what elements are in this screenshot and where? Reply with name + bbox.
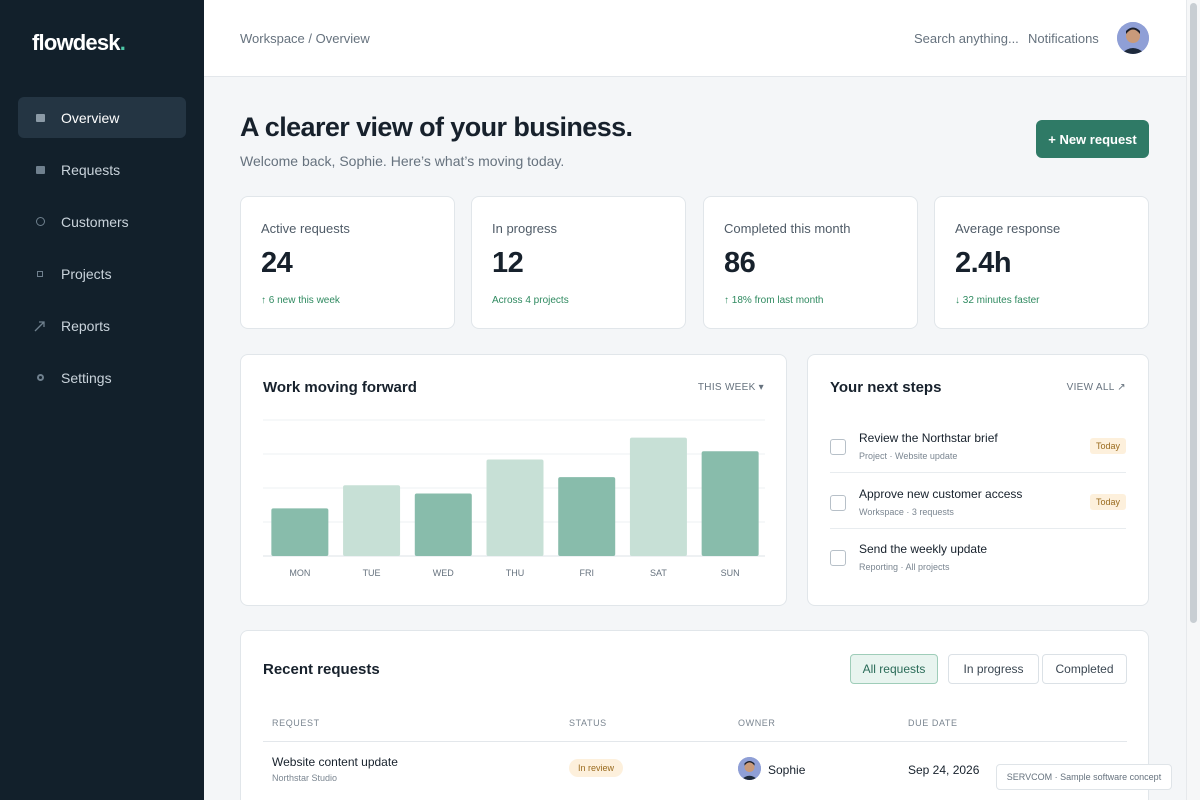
request-client: Northstar Studio [272, 773, 338, 783]
page-subtitle: Welcome back, Sophie. Here’s what’s movi… [240, 153, 565, 169]
chart-bar-sun[interactable] [701, 451, 759, 556]
chart-bar-thu[interactable] [486, 459, 544, 556]
column-header-request[interactable]: REQUEST [272, 718, 320, 728]
next-steps-panel: Your next steps VIEW ALL ↗ Review the No… [807, 354, 1149, 606]
sidebar-item-label: Projects [61, 265, 112, 282]
stat-value: 24 [261, 247, 293, 279]
stat-value: 2.4h [955, 247, 1012, 279]
customers-icon [34, 216, 46, 228]
search-input[interactable]: Search anything... [914, 31, 1019, 46]
stat-value: 12 [492, 247, 524, 279]
view-all-link[interactable]: VIEW ALL ↗ [1067, 382, 1126, 393]
chart-bar-mon[interactable] [271, 508, 329, 556]
bar-chart: MON TUE WED THU FRI SAT SUN [263, 419, 765, 578]
sidebar: flowdesk. Overview Requests Customers Pr… [0, 0, 204, 800]
page-scrollbar[interactable] [1186, 0, 1200, 800]
sidebar-item-overview[interactable]: Overview [18, 97, 186, 138]
step-meta: Reporting · All projects [859, 562, 950, 572]
new-request-button[interactable]: + New request [1036, 120, 1149, 158]
page-title: A clearer view of your business. [240, 112, 633, 142]
sidebar-item-label: Reports [61, 317, 111, 334]
due-badge: Today [1089, 494, 1126, 510]
chart-x-tick-label: TUE [363, 568, 381, 578]
step-meta: Project · Website update [859, 451, 958, 461]
step-meta: Workspace · 3 requests [859, 507, 954, 517]
table-divider [263, 741, 1127, 742]
avatar[interactable] [1117, 22, 1149, 54]
sidebar-item-customers[interactable]: Customers [18, 201, 186, 242]
stat-card-average-response: Average response 2.4h ↓ 32 minutes faste… [934, 196, 1149, 329]
stat-label: Average response [955, 221, 1061, 236]
chart-x-tick-label: WED [433, 568, 454, 578]
column-header-due-date[interactable]: DUE DATE [908, 718, 958, 728]
filter-all-requests[interactable]: All requests [850, 654, 938, 684]
column-header-owner[interactable]: OWNER [738, 718, 776, 728]
stat-note: ↓ 32 minutes faster [955, 295, 1040, 306]
recent-requests-title: Recent requests [263, 661, 380, 678]
projects-icon [34, 268, 46, 280]
due-badge: Today [1089, 438, 1126, 454]
chart-x-tick-label: SUN [721, 568, 740, 578]
stat-note: ↑ 6 new this week [261, 295, 340, 306]
chart-bar-wed[interactable] [414, 493, 472, 556]
step-checkbox[interactable] [830, 439, 846, 455]
stat-card-active-requests: Active requests 24 ↑ 6 new this week [240, 196, 455, 329]
scrollbar-thumb[interactable] [1190, 3, 1197, 623]
stat-note: ↑ 18% from last month [724, 295, 824, 306]
step-title: Send the weekly update [859, 542, 988, 556]
requests-icon [34, 164, 46, 176]
owner-avatar [738, 757, 761, 780]
chart-panel: Work moving forward THIS WEEK ▾ MON TUE WE… [240, 354, 787, 606]
step-title: Approve new customer access [859, 487, 1023, 501]
stat-card-completed: Completed this month 86 ↑ 18% from last … [703, 196, 918, 329]
sidebar-item-label: Overview [61, 109, 120, 126]
chart-x-tick-label: SAT [650, 568, 667, 578]
chart-x-tick-label: FRI [579, 568, 594, 578]
chart-x-tick-label: THU [506, 568, 525, 578]
filter-completed[interactable]: Completed [1042, 654, 1127, 684]
notifications-link[interactable]: Notifications [1028, 31, 1099, 46]
chart-bar-sat[interactable] [629, 437, 687, 556]
sidebar-item-label: Customers [61, 213, 129, 230]
column-header-status[interactable]: STATUS [569, 718, 607, 728]
breadcrumb[interactable]: Workspace / Overview [240, 31, 370, 46]
sidebar-item-reports[interactable]: Reports [18, 305, 186, 346]
request-title[interactable]: Website content update [272, 755, 398, 769]
sidebar-item-label: Settings [61, 369, 112, 386]
chart-x-tick-label: MON [289, 568, 310, 578]
step-title: Review the Northstar brief [859, 431, 998, 445]
status-badge: In review [569, 759, 624, 777]
sidebar-item-projects[interactable]: Projects [18, 253, 186, 294]
top-bar: Workspace / Overview Search anything... … [204, 0, 1186, 77]
filter-in-progress[interactable]: In progress [948, 654, 1039, 684]
owner-name: Sophie [768, 763, 806, 777]
reports-icon [34, 320, 46, 332]
sidebar-item-label: Requests [61, 161, 121, 178]
chart-bar-tue[interactable] [343, 485, 401, 556]
step-checkbox[interactable] [830, 550, 846, 566]
sidebar-item-requests[interactable]: Requests [18, 149, 186, 190]
app-logo[interactable]: flowdesk. [32, 30, 126, 56]
divider [830, 472, 1126, 473]
sidebar-item-settings[interactable]: Settings [18, 357, 186, 398]
stat-value: 86 [724, 247, 756, 279]
due-date: Sep 24, 2026 [908, 763, 980, 777]
stat-note: Across 4 projects [492, 295, 569, 306]
divider [830, 528, 1126, 529]
next-steps-title: Your next steps [830, 379, 942, 396]
settings-icon [34, 372, 46, 384]
stat-label: Active requests [261, 221, 350, 236]
chart-bar-fri[interactable] [558, 477, 616, 556]
step-checkbox[interactable] [830, 495, 846, 511]
stat-label: In progress [492, 221, 558, 236]
concept-watermark: SERVCOM · Sample software concept [996, 764, 1172, 790]
sidebar-nav: Overview Requests Customers Projects Rep… [18, 97, 186, 409]
stat-label: Completed this month [724, 221, 851, 236]
step-item[interactable]: Send the weekly update Reporting · All p… [830, 537, 1126, 592]
overview-icon [34, 112, 46, 124]
stat-card-in-progress: In progress 12 Across 4 projects [471, 196, 686, 329]
